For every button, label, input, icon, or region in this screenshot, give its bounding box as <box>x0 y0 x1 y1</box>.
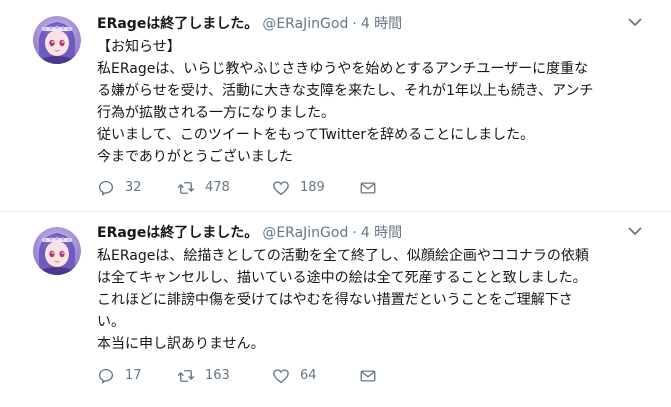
retweet-icon <box>177 182 195 194</box>
tweet-text: 私ERageは、絵描きとしての活動を全て終了し、似顔絵企画やココナラの依頼 は全… <box>97 245 642 355</box>
reply-count: 32 <box>125 180 142 195</box>
dm-envelope-icon <box>360 370 376 382</box>
tweet-text-line: る嫌がらせを受け、活動に大きな支障を来たし、それが1年以上も続き、アンチ <box>97 83 594 99</box>
tweet-text-line: 行為が拡散される一方になりました。 <box>97 105 335 121</box>
tweet-menu-button[interactable] <box>627 223 643 239</box>
display-name[interactable]: ERageは終了しました。 <box>97 225 258 241</box>
chevron-down-icon <box>628 18 642 26</box>
display-name[interactable]: ERageは終了しました。 <box>97 16 258 32</box>
reply-icon <box>98 368 114 384</box>
like-button[interactable]: 189 <box>272 178 325 198</box>
tweet-text-line: 今までありがとうございました <box>97 149 293 165</box>
tweet-actions: 32 478 189 <box>97 178 397 198</box>
tweet-text-line: 【お知らせ】 <box>97 39 181 55</box>
tweet-timeline: ERageは終了しました。 @ERaJinGod · 4 時間 【お知らせ】 私ERa… <box>0 0 671 407</box>
tweet-text-line: 私ERageは、いらじ教やふじさきゆうやを始めとするアンチユーザーに度重な <box>97 61 589 77</box>
avatar[interactable] <box>33 227 81 275</box>
chevron-down-icon <box>628 227 642 235</box>
tweet-text-line: これほどに誹謗中傷を受けてはやむを得ない措置だということをご理解下さ <box>97 292 573 308</box>
tweet-actions: 17 163 64 <box>97 366 397 386</box>
reply-count: 17 <box>125 368 142 383</box>
like-button[interactable]: 64 <box>272 366 317 386</box>
retweet-button[interactable]: 163 <box>177 366 230 386</box>
tweet[interactable]: ERageは終了しました。 @ERaJinGod · 4 時間 私ERageは、絵描き… <box>0 212 671 407</box>
direct-message-button[interactable] <box>359 178 377 198</box>
tweet-menu-button[interactable] <box>627 14 643 30</box>
avatar[interactable] <box>33 16 81 64</box>
user-handle[interactable]: @ERaJinGod <box>262 225 348 241</box>
tweet-text-line: は全てキャンセルし、描いている途中の絵は全て死産することと致しました。 <box>97 270 587 286</box>
reply-icon <box>98 180 114 196</box>
tweet-text-line: 従いまして、このツイートをもってTwitterを辞めることにしました。 <box>97 127 535 143</box>
user-handle[interactable]: @ERaJinGod <box>262 16 348 32</box>
retweet-icon <box>177 370 195 382</box>
timestamp[interactable]: 4 時間 <box>361 225 402 241</box>
tweet-text: 【お知らせ】 私ERageは、いらじ教やふじさきゆうやを始めとするアンチユーザー… <box>97 36 642 168</box>
meta-separator: · <box>352 225 357 241</box>
avatar-image <box>33 16 81 64</box>
tweet-text-line: 私ERageは、絵描きとしての活動を全て終了し、似顔絵企画やココナラの依頼 <box>97 248 589 264</box>
heart-icon <box>273 369 289 384</box>
heart-icon <box>273 181 289 196</box>
tweet-text-line: い。 <box>97 314 125 330</box>
tweet-text-line: 本当に申し訳ありません。 <box>97 336 265 352</box>
tweet-header: ERageは終了しました。 @ERaJinGod · 4 時間 <box>97 14 402 34</box>
like-count: 189 <box>300 180 325 195</box>
reply-button[interactable]: 32 <box>97 178 142 198</box>
retweet-count: 478 <box>205 180 230 195</box>
retweet-button[interactable]: 478 <box>177 178 230 198</box>
dm-envelope-icon <box>360 182 376 194</box>
retweet-count: 163 <box>205 368 230 383</box>
timestamp[interactable]: 4 時間 <box>361 16 402 32</box>
tweet[interactable]: ERageは終了しました。 @ERaJinGod · 4 時間 【お知らせ】 私ERa… <box>0 0 671 212</box>
tweet-header: ERageは終了しました。 @ERaJinGod · 4 時間 <box>97 223 402 243</box>
reply-button[interactable]: 17 <box>97 366 142 386</box>
meta-separator: · <box>352 16 357 32</box>
avatar-image <box>33 227 81 275</box>
direct-message-button[interactable] <box>359 366 377 386</box>
like-count: 64 <box>300 368 317 383</box>
